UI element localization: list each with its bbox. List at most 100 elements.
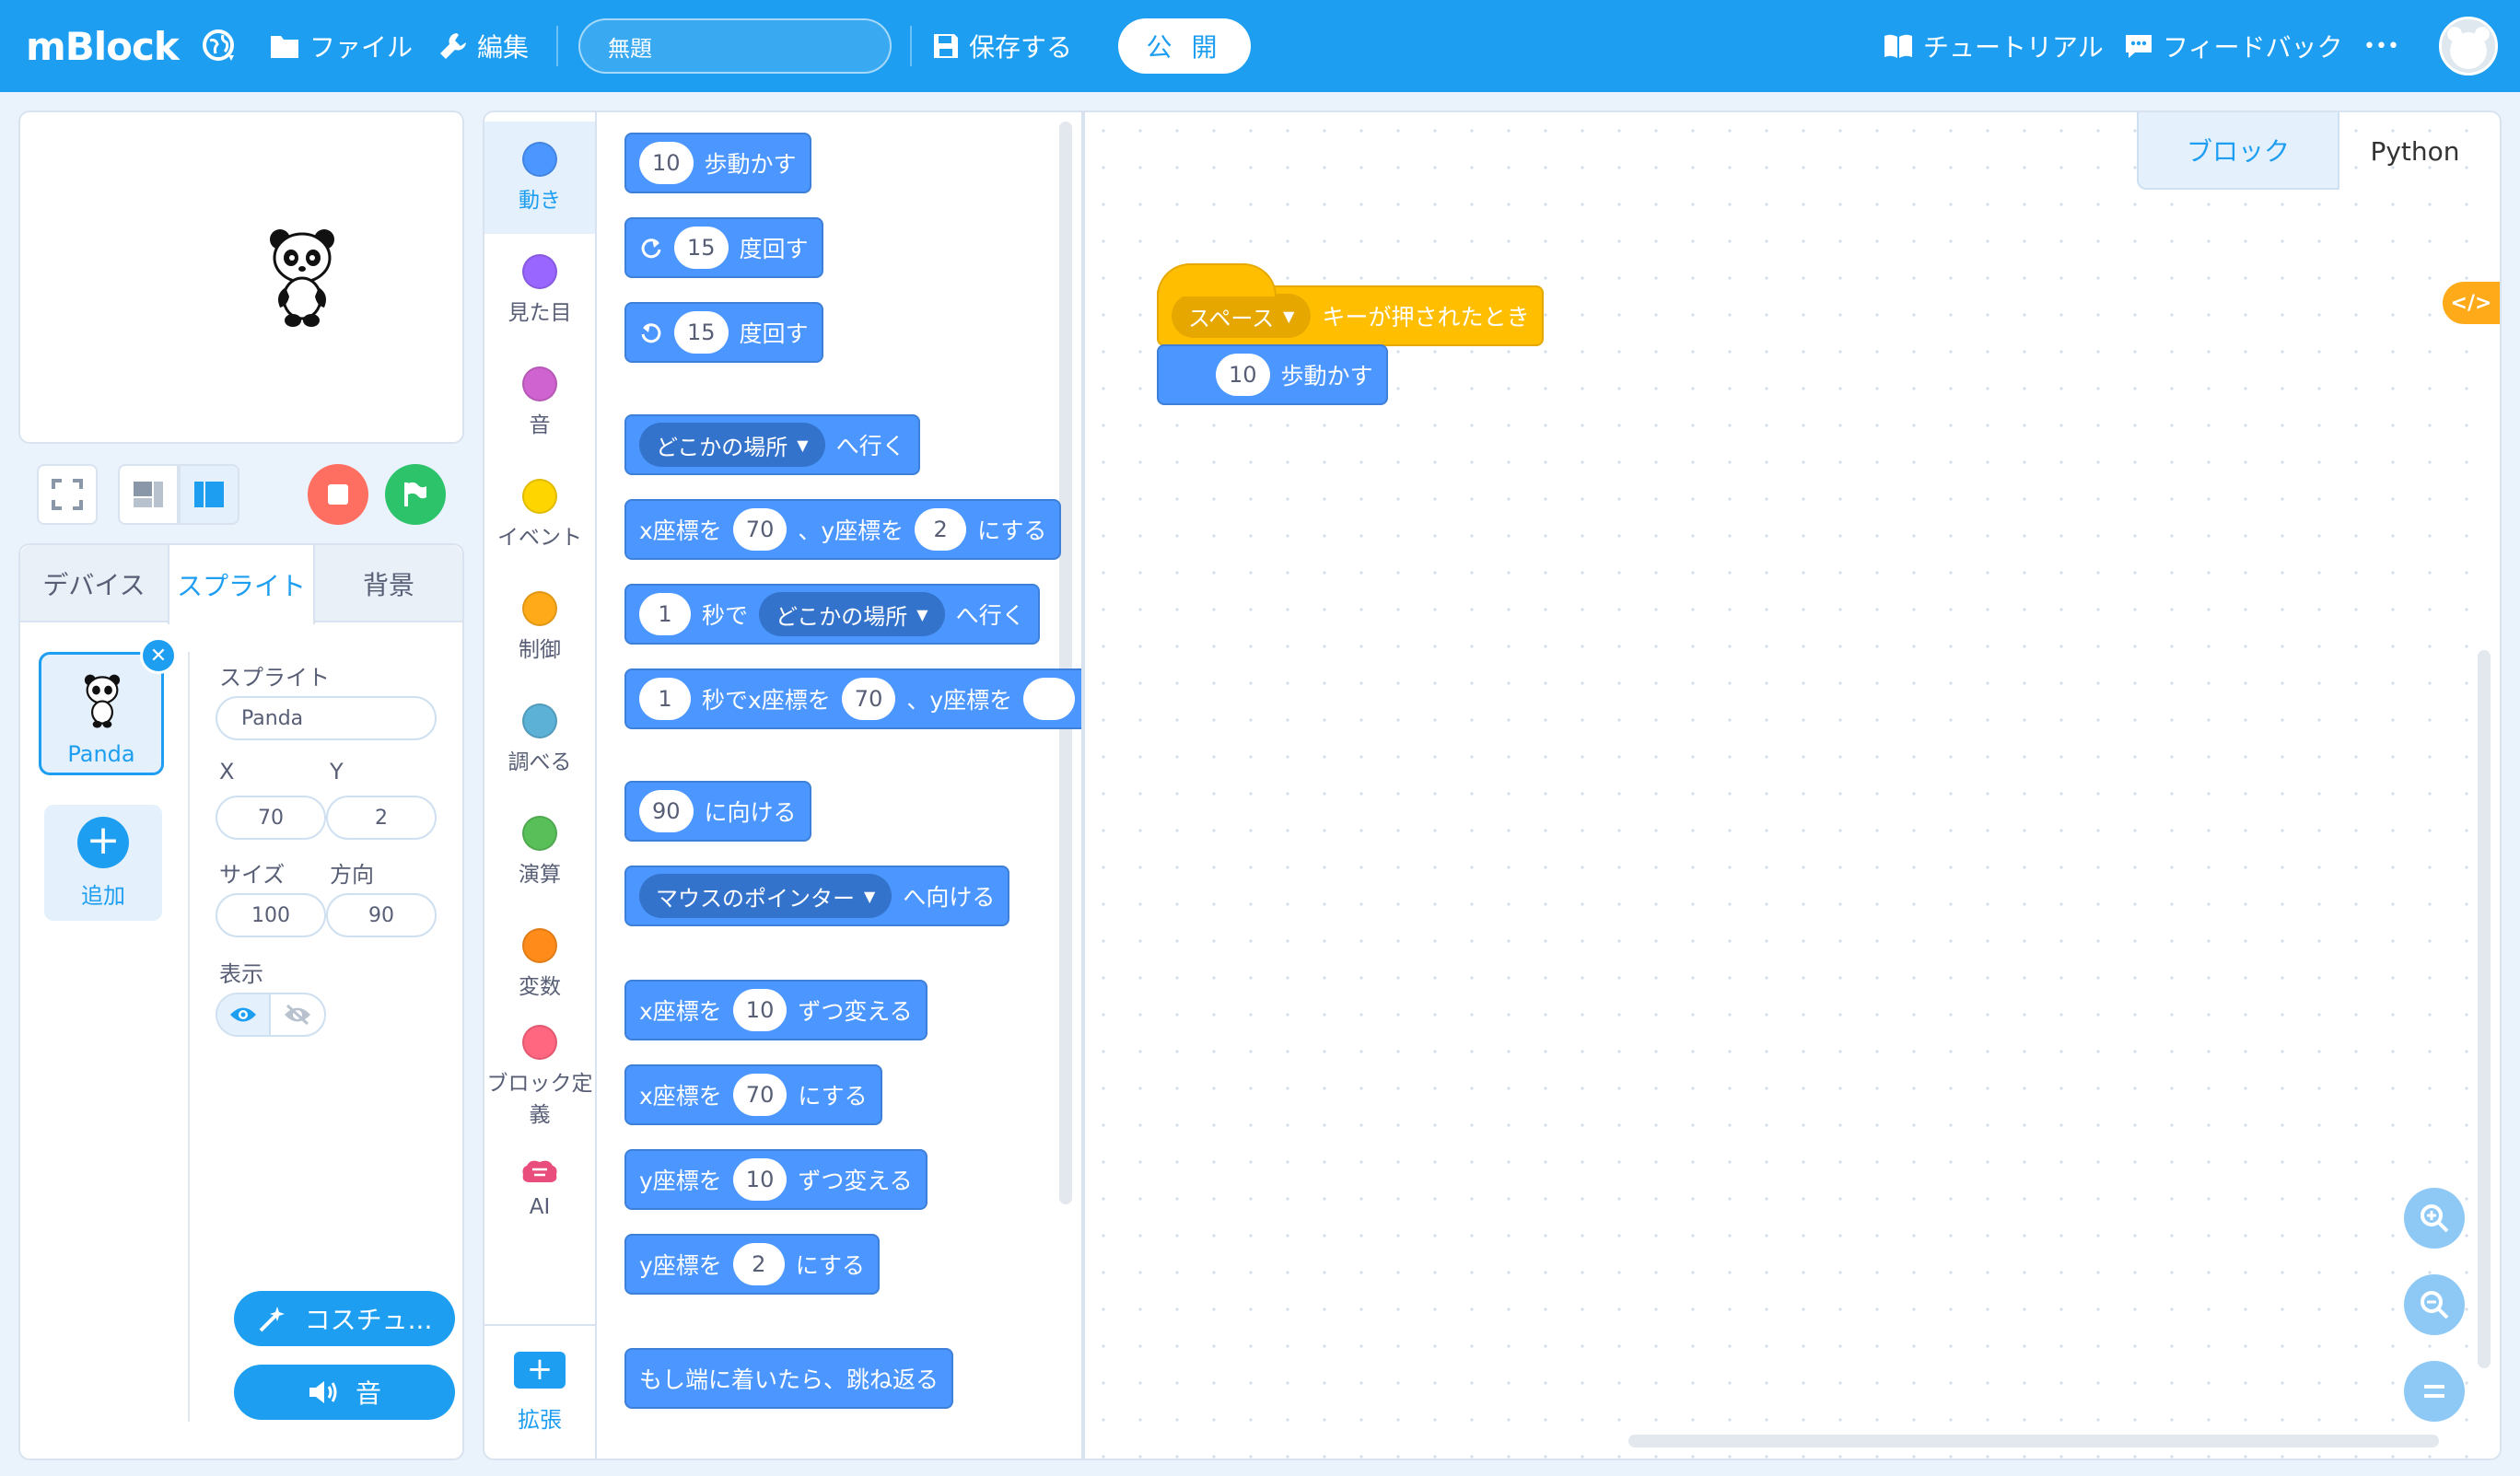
- show-sprite-button[interactable]: [217, 994, 272, 1035]
- category-9[interactable]: ブロック定義: [484, 1020, 595, 1133]
- block-point-towards[interactable]: マウスのポインター ▼ へ向ける: [624, 866, 1010, 926]
- wrench-icon: [440, 33, 466, 59]
- tutorial-button[interactable]: チュートリアル: [1883, 20, 2104, 72]
- costume-button[interactable]: コスチュ...: [234, 1291, 455, 1346]
- add-sprite-button[interactable]: + 追加: [44, 805, 162, 921]
- category-10[interactable]: AI: [484, 1133, 595, 1245]
- category-color-dot: [522, 366, 557, 401]
- hide-sprite-button[interactable]: [271, 994, 324, 1035]
- green-flag-button[interactable]: [385, 464, 446, 525]
- block-go-to[interactable]: どこかの場所 ▼ へ行く: [624, 414, 920, 475]
- category-8[interactable]: 変数: [484, 908, 595, 1020]
- category-1[interactable]: 動き: [484, 122, 595, 234]
- x-value[interactable]: 70: [732, 508, 788, 551]
- sprite-thumbnail-panda[interactable]: Panda: [39, 652, 164, 775]
- block-bounce-on-edge[interactable]: もし端に着いたら、跳ね返る: [624, 1348, 954, 1409]
- blocks-python-tabs: ブロック Python: [2137, 112, 2491, 190]
- block-glide-to-xy[interactable]: 1 秒でx座標を 70 、y座標を: [624, 668, 1081, 729]
- category-label: 音: [529, 413, 551, 437]
- x-value[interactable]: 70: [841, 678, 896, 720]
- glide-dropdown[interactable]: どこかの場所 ▼: [759, 592, 945, 636]
- large-stage-button[interactable]: [179, 464, 239, 525]
- seconds-value[interactable]: 1: [639, 593, 691, 635]
- steps-value[interactable]: 10: [1216, 354, 1270, 396]
- x-value[interactable]: 10: [732, 989, 788, 1031]
- dropdown-value: どこかの場所: [656, 434, 788, 460]
- category-5[interactable]: 制御: [484, 571, 595, 683]
- script-workspace[interactable]: ブロック Python </> スペース ▼ キーが押されたとき 10 歩動かす: [1083, 110, 2502, 1460]
- category-6[interactable]: 調べる: [484, 683, 595, 796]
- workspace-horizontal-scrollbar[interactable]: [1628, 1435, 2439, 1447]
- block-go-to-xy[interactable]: x座標を 70 、y座標を 2 にする: [624, 499, 1062, 560]
- publish-button[interactable]: 公 開: [1118, 18, 1251, 74]
- tab-background[interactable]: 背景: [315, 545, 462, 622]
- size-input[interactable]: 100: [216, 893, 326, 937]
- category-7[interactable]: 演算: [484, 796, 595, 908]
- y-input[interactable]: 2: [326, 796, 437, 840]
- y-value[interactable]: 2: [732, 1243, 785, 1285]
- zoom-in-button[interactable]: [2404, 1188, 2465, 1249]
- fullscreen-button[interactable]: [37, 464, 98, 525]
- category-color-dot: [522, 703, 557, 738]
- steps-value[interactable]: 10: [639, 142, 694, 184]
- go-to-dropdown[interactable]: どこかの場所 ▼: [639, 423, 825, 467]
- palette-scrollbar[interactable]: [1059, 122, 1072, 1204]
- block-change-x[interactable]: x座標を 10 ずつ変える: [624, 980, 928, 1040]
- degrees-value[interactable]: 15: [674, 227, 729, 269]
- y-value[interactable]: [1023, 678, 1076, 720]
- tab-blocks[interactable]: ブロック: [2137, 112, 2339, 190]
- sound-button[interactable]: 音: [234, 1365, 455, 1420]
- key-dropdown[interactable]: スペース ▼: [1172, 294, 1312, 338]
- file-menu[interactable]: ファイル: [269, 20, 413, 72]
- tab-sprite[interactable]: スプライト: [168, 545, 315, 624]
- bear-avatar-icon: [2447, 27, 2490, 69]
- y-value[interactable]: 10: [732, 1158, 788, 1201]
- category-3[interactable]: 音: [484, 346, 595, 459]
- delete-sprite-button[interactable]: ✕: [140, 637, 177, 674]
- edit-menu[interactable]: 編集: [438, 20, 529, 72]
- seconds-value[interactable]: 1: [639, 678, 691, 720]
- direction-value[interactable]: 90: [639, 790, 694, 832]
- block-point-in-direction[interactable]: 90 に向ける: [624, 781, 811, 842]
- block-turn-right[interactable]: 15 度回す: [624, 217, 823, 278]
- save-button[interactable]: 保存する: [932, 20, 1072, 72]
- more-menu-button[interactable]: •••: [2363, 20, 2399, 72]
- block-set-x[interactable]: x座標を 70 にする: [624, 1064, 882, 1125]
- reset-zoom-button[interactable]: [2404, 1361, 2465, 1422]
- x-value[interactable]: 70: [732, 1074, 788, 1116]
- zoom-out-button[interactable]: [2404, 1274, 2465, 1335]
- script-block-move-steps[interactable]: 10 歩動かす: [1157, 344, 1388, 405]
- project-title-input[interactable]: [578, 18, 892, 74]
- block-glide-to[interactable]: 1 秒で どこかの場所 ▼ へ行く: [624, 584, 1040, 645]
- sprite-name-input[interactable]: Panda: [216, 696, 437, 740]
- direction-input[interactable]: 90: [326, 893, 437, 937]
- degrees-value[interactable]: 15: [674, 311, 729, 354]
- block-text: 度回す: [739, 236, 809, 262]
- small-stage-button[interactable]: [118, 464, 179, 525]
- stop-button[interactable]: [308, 464, 368, 525]
- panda-sprite[interactable]: [267, 227, 337, 328]
- extension-button[interactable]: + 拡張: [484, 1324, 595, 1459]
- y-value[interactable]: 2: [915, 508, 967, 551]
- stage[interactable]: [18, 110, 464, 444]
- block-text: へ行く: [955, 602, 1025, 629]
- category-label: イベント: [497, 526, 582, 550]
- code-view-toggle[interactable]: </>: [2443, 282, 2500, 324]
- feedback-button[interactable]: フィードバック: [2124, 20, 2342, 72]
- language-button[interactable]: [201, 20, 238, 72]
- tab-device[interactable]: デバイス: [20, 545, 168, 622]
- block-change-y[interactable]: y座標を 10 ずつ変える: [624, 1149, 928, 1210]
- category-2[interactable]: 見た目: [484, 234, 595, 346]
- visibility-toggle[interactable]: [216, 993, 326, 1037]
- block-turn-left[interactable]: 15 度回す: [624, 302, 823, 363]
- block-set-y[interactable]: y座標を 2 にする: [624, 1234, 881, 1295]
- tab-python[interactable]: Python: [2339, 112, 2491, 190]
- point-towards-dropdown[interactable]: マウスのポインター ▼: [639, 874, 892, 918]
- x-input[interactable]: 70: [216, 796, 326, 840]
- category-label: 変数: [519, 975, 561, 999]
- block-text: ずつ変える: [798, 998, 913, 1025]
- category-4[interactable]: イベント: [484, 459, 595, 571]
- block-move-steps[interactable]: 10 歩動かす: [624, 133, 811, 193]
- user-avatar[interactable]: [2439, 17, 2498, 76]
- workspace-vertical-scrollbar[interactable]: [2478, 650, 2491, 1368]
